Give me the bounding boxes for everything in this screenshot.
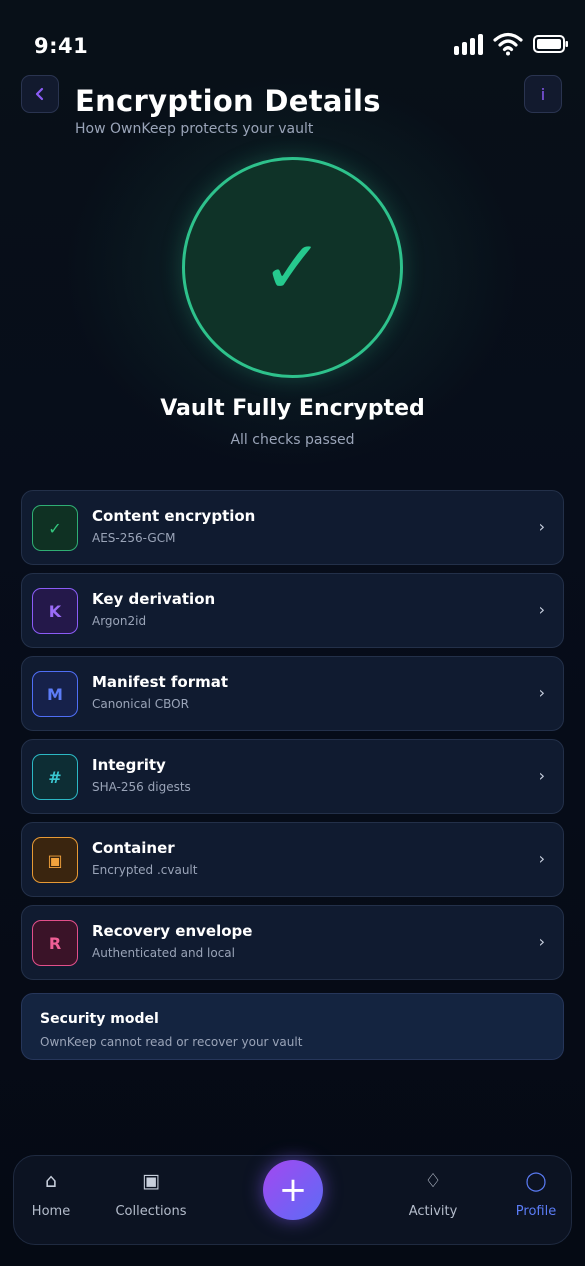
hash-icon: #: [32, 754, 78, 800]
checkmark-icon: ✓: [261, 224, 324, 311]
activity-icon: ♢: [424, 1170, 442, 1192]
back-button[interactable]: [21, 75, 59, 113]
chevron-right-icon: ›: [538, 517, 545, 536]
home-icon: ⌂: [44, 1170, 58, 1192]
detail-row-container[interactable]: ▣ Container Encrypted .cvault ›: [21, 822, 564, 897]
security-model-text: OwnKeep cannot read or recover your vaul…: [40, 1035, 303, 1049]
status-time: 9:41: [34, 34, 89, 58]
tab-label: Activity: [408, 1204, 458, 1219]
add-button[interactable]: +: [263, 1160, 323, 1220]
detail-title: Content encryption: [92, 507, 256, 525]
detail-title: Manifest format: [92, 673, 229, 691]
tab-home[interactable]: ⌂ Home: [6, 1156, 96, 1246]
detail-value: Authenticated and local: [92, 946, 235, 960]
security-model-title: Security model: [40, 1011, 159, 1027]
security-model-card: Security model OwnKeep cannot read or re…: [21, 993, 564, 1060]
detail-value: AES-256-GCM: [92, 531, 176, 545]
detail-title: Key derivation: [92, 590, 216, 608]
page-title: Encryption Details: [75, 84, 381, 118]
detail-value: SHA-256 digests: [92, 780, 191, 794]
chevron-right-icon: ›: [538, 849, 545, 868]
tab-activity[interactable]: ♢ Activity: [388, 1156, 478, 1246]
detail-row-recovery-envelope[interactable]: R Recovery envelope Authenticated and lo…: [21, 905, 564, 980]
container-icon: ▣: [32, 837, 78, 883]
status-icons: [454, 32, 569, 56]
status-subtitle: All checks passed: [230, 432, 355, 448]
manifest-letter-icon: M: [32, 671, 78, 717]
detail-value: Canonical CBOR: [92, 697, 189, 711]
detail-row-manifest-format[interactable]: M Manifest format Canonical CBOR ›: [21, 656, 564, 731]
encryption-details-screen: 9:41 Encryption Details How OwnKeep prot…: [0, 0, 585, 1266]
detail-title: Container: [92, 839, 175, 857]
cellular-signal-icon: [454, 33, 483, 55]
detail-row-integrity[interactable]: # Integrity SHA-256 digests ›: [21, 739, 564, 814]
key-letter-icon: K: [32, 588, 78, 634]
detail-row-key-derivation[interactable]: K Key derivation Argon2id ›: [21, 573, 564, 648]
recovery-letter-icon: R: [32, 920, 78, 966]
status-title: Vault Fully Encrypted: [160, 396, 425, 421]
tab-label: Collections: [115, 1204, 187, 1219]
tab-label: Profile: [515, 1204, 557, 1219]
info-button[interactable]: i: [524, 75, 562, 113]
tab-profile[interactable]: ◯ Profile: [491, 1156, 581, 1246]
wifi-icon: [493, 32, 523, 56]
collections-icon: ▣: [142, 1170, 160, 1192]
page-subtitle: How OwnKeep protects your vault: [75, 121, 314, 137]
detail-title: Recovery envelope: [92, 922, 253, 940]
info-icon: i: [540, 84, 546, 104]
detail-title: Integrity: [92, 756, 166, 774]
chevron-left-icon: [35, 87, 44, 101]
plus-icon: +: [278, 1170, 308, 1210]
chevron-right-icon: ›: [538, 683, 545, 702]
profile-icon: ◯: [525, 1170, 547, 1192]
chevron-right-icon: ›: [538, 766, 545, 785]
encryption-status-circle: ✓: [182, 157, 403, 378]
tab-label: Home: [31, 1204, 71, 1219]
battery-icon: [533, 35, 568, 53]
bottom-tab-bar: ⌂ Home ▣ Collections + ♢ Activity ◯ Prof…: [13, 1155, 572, 1245]
chevron-right-icon: ›: [538, 932, 545, 951]
detail-value: Argon2id: [92, 614, 147, 628]
tab-collections[interactable]: ▣ Collections: [106, 1156, 196, 1246]
chevron-right-icon: ›: [538, 600, 545, 619]
detail-value: Encrypted .cvault: [92, 863, 198, 877]
check-icon: ✓: [32, 505, 78, 551]
detail-row-content-encryption[interactable]: ✓ Content encryption AES-256-GCM ›: [21, 490, 564, 565]
